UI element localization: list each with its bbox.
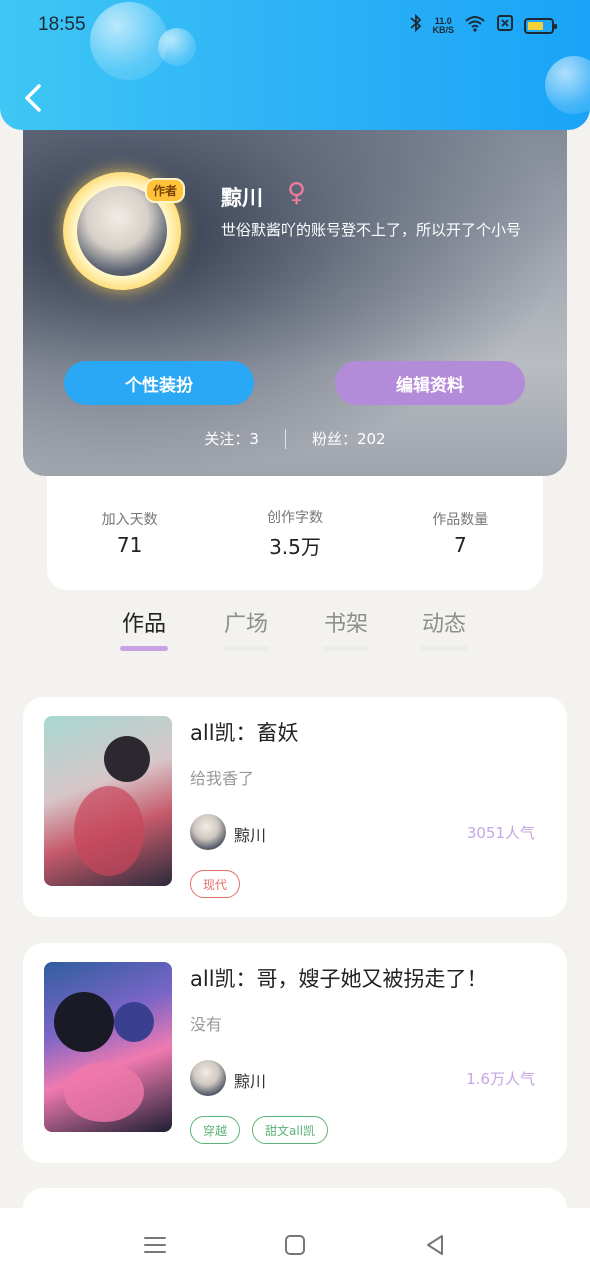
avatar[interactable]: 作者 xyxy=(63,172,185,290)
tab-bookshelf[interactable]: 书架 xyxy=(316,606,376,651)
tab-indicator xyxy=(420,646,468,651)
tag[interactable]: 穿越 xyxy=(190,1116,241,1144)
author-avatar[interactable] xyxy=(190,1060,226,1096)
popularity-count: 1.6万人气 xyxy=(466,1070,535,1088)
work-title: all凯：畜妖 xyxy=(190,721,299,745)
tab-works[interactable]: 作品 xyxy=(114,606,174,651)
home-square-icon xyxy=(285,1235,305,1255)
username: 黥川 xyxy=(221,186,263,210)
menu-button[interactable] xyxy=(140,1230,170,1260)
author-badge: 作者 xyxy=(144,178,185,203)
tag-list: 穿越 甜文all凯 xyxy=(190,1116,329,1144)
bluetooth-icon xyxy=(410,13,422,37)
decorate-button[interactable]: 个性装扮 xyxy=(64,361,254,405)
stat-label: 作品数量 xyxy=(432,512,489,528)
network-speed: 11.0 KB/S xyxy=(432,15,454,35)
decorative-bubble xyxy=(545,56,590,114)
tab-indicator xyxy=(120,646,168,651)
work-description: 给我香了 xyxy=(190,769,255,788)
author-avatar[interactable] xyxy=(190,814,226,850)
work-card[interactable]: all凯：哥，嫂子她又被拐走了！ 没有 黥川 1.6万人气 穿越 甜文all凯 xyxy=(23,943,567,1163)
bio: 世俗默酱吖的账号登不上了，所以开了个小号 xyxy=(221,221,522,239)
following-count[interactable]: 关注：3 xyxy=(204,428,259,449)
follow-stats: 关注：3 粉丝：202 xyxy=(23,428,567,449)
stat-value: 3.5万 xyxy=(269,534,321,559)
work-card[interactable]: all凯：畜妖 给我香了 黥川 3051人气 现代 xyxy=(23,697,567,917)
tag[interactable]: 现代 xyxy=(190,870,241,898)
tab-label: 作品 xyxy=(121,612,166,637)
back-button[interactable] xyxy=(20,78,50,118)
stat-value: 7 xyxy=(453,533,467,557)
battery-icon xyxy=(524,17,557,34)
profile-card: 作者 黥川 ♀ 世俗默酱吖的账号登不上了，所以开了个小号 个性装扮 编辑资料 关… xyxy=(23,110,567,476)
work-title: all凯：哥，嫂子她又被拐走了！ xyxy=(190,967,488,991)
tab-activity[interactable]: 动态 xyxy=(414,606,474,651)
home-button[interactable] xyxy=(280,1230,310,1260)
stat-value: 71 xyxy=(116,533,143,557)
stat-label: 加入天数 xyxy=(101,512,158,528)
stat-word-count: 创作字数 3.5万 xyxy=(225,507,365,560)
tab-label: 书架 xyxy=(323,612,368,637)
sim-icon xyxy=(496,14,514,37)
author-name: 黥川 xyxy=(234,826,267,845)
back-nav-button[interactable] xyxy=(420,1230,450,1260)
menu-icon xyxy=(144,1237,166,1253)
tab-bar: 作品 广场 书架 动态 xyxy=(0,606,590,662)
work-cover-image[interactable] xyxy=(44,716,172,886)
stats-card: 加入天数 71 创作字数 3.5万 作品数量 7 xyxy=(47,476,543,590)
work-description: 没有 xyxy=(190,1015,223,1034)
tab-label: 动态 xyxy=(421,612,466,637)
wifi-icon xyxy=(464,14,486,37)
status-time: 18:55 xyxy=(38,14,86,35)
tag[interactable]: 甜文all凯 xyxy=(252,1116,329,1144)
stat-join-days: 加入天数 71 xyxy=(60,509,200,557)
work-cover-image[interactable] xyxy=(44,962,172,1132)
popularity-count: 3051人气 xyxy=(466,824,535,842)
stat-works-count: 作品数量 7 xyxy=(390,509,530,557)
system-nav-bar xyxy=(0,1208,590,1280)
female-icon: ♀ xyxy=(287,178,307,208)
edit-profile-button[interactable]: 编辑资料 xyxy=(335,361,525,405)
decorative-bubble xyxy=(158,28,196,66)
tab-square[interactable]: 广场 xyxy=(216,606,276,651)
tag-list: 现代 xyxy=(190,870,241,898)
tab-indicator xyxy=(222,646,270,651)
stat-label: 创作字数 xyxy=(266,509,323,526)
chevron-left-icon xyxy=(25,84,41,112)
triangle-back-icon xyxy=(427,1235,443,1255)
status-icons: 11.0 KB/S xyxy=(410,13,557,37)
author-name: 黥川 xyxy=(234,1072,267,1091)
tab-label: 广场 xyxy=(223,612,268,637)
tab-indicator xyxy=(322,646,370,651)
divider xyxy=(284,428,286,449)
decorative-bubble xyxy=(90,2,168,80)
followers-count[interactable]: 粉丝：202 xyxy=(312,428,386,449)
top-header: 18:55 11.0 KB/S xyxy=(0,0,590,130)
